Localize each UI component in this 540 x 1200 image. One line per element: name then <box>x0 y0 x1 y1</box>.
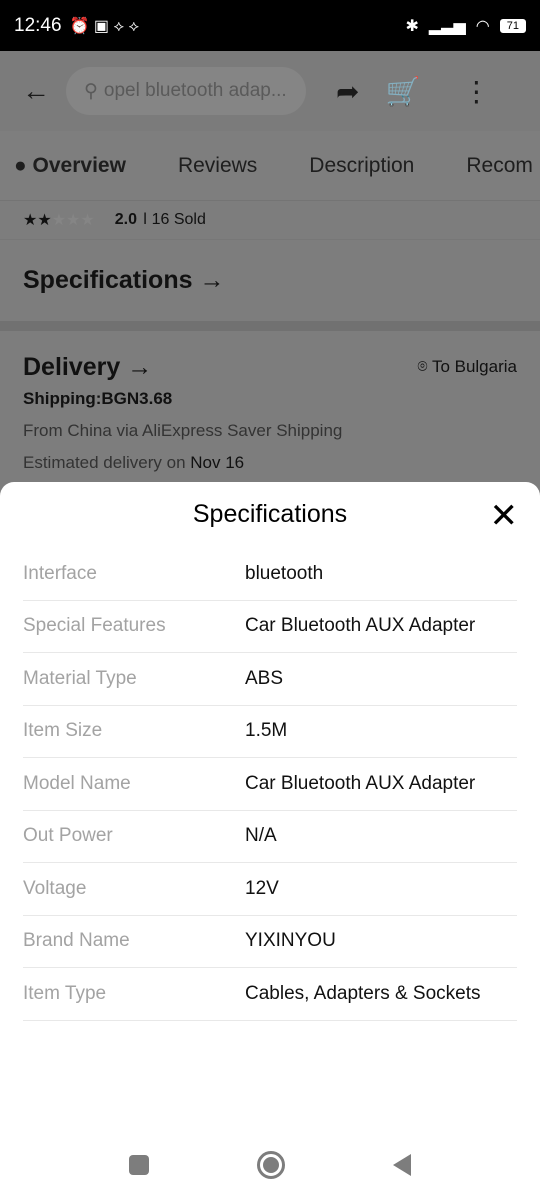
divider <box>0 321 540 331</box>
close-icon[interactable]: ✕ <box>490 496 519 536</box>
spec-label: Item Size <box>23 720 103 742</box>
spec-value: Car Bluetooth AUX Adapter <box>245 772 476 794</box>
location-pin-icon: ⌾ <box>417 357 432 376</box>
clock: 12:46 <box>14 14 62 36</box>
spec-row: Special Features Car Bluetooth AUX Adapte… <box>23 601 517 653</box>
spec-row: Interface bluetooth <box>23 548 517 601</box>
star-rating: ★★★★★ <box>23 212 95 229</box>
bluetooth-icon: ✱ <box>405 17 419 35</box>
shipping-route: From China via AliExpress Saver Shipping <box>23 421 343 440</box>
spec-label: Out Power <box>23 825 113 847</box>
spec-row: Material Type ABS <box>23 653 517 706</box>
tab-description[interactable]: Description <box>309 154 414 178</box>
wifi-icon: ◠ <box>475 17 490 35</box>
share-icon[interactable]: ➦ <box>336 75 359 108</box>
signal-icon: ▂▃▅ <box>428 17 466 35</box>
shipping-cost: Shipping:BGN3.68 <box>23 389 173 408</box>
spec-label: Voltage <box>23 877 87 899</box>
spec-value: Car Bluetooth AUX Adapter <box>245 615 476 637</box>
spec-value: YIXINYOU <box>245 930 336 952</box>
spec-label: Interface <box>23 562 97 584</box>
delivery-estimate: Estimated delivery on Nov 16 <box>23 453 245 472</box>
back-arrow-icon[interactable]: ← <box>22 75 50 107</box>
battery-icon: 71 <box>499 18 526 33</box>
top-bar: ← ⚲ opel bluetooth adap... ➦ 🛒 ⋮ <box>0 51 540 131</box>
spec-row: Item Type Cables, Adapters & Sockets <box>23 968 517 1021</box>
spec-label: Material Type <box>23 667 137 689</box>
status-bar: 12:46 ⏰ ▣ ⟡ ⟡ ✱ ▂▃▅ ◠ 71 <box>0 0 540 51</box>
spec-label: Special Features <box>23 615 166 637</box>
spec-value: bluetooth <box>245 562 324 584</box>
spec-row: Model Name Car Bluetooth AUX Adapter <box>23 758 517 811</box>
more-icon[interactable]: ⋮ <box>462 75 490 108</box>
system-nav-bar <box>0 1130 540 1200</box>
delivery-section: Delivery → ⌾ To Bulgaria Shipping:BGN3.6… <box>0 331 540 499</box>
cart-icon[interactable]: 🛒 <box>385 75 420 108</box>
destination[interactable]: ⌾ To Bulgaria <box>417 351 517 383</box>
rating-row: ★★★★★ 2.0 ǀ 16 Sold <box>23 211 206 229</box>
tab-recommendations[interactable]: Recom <box>466 154 533 178</box>
spec-row: Item Size 1.5M <box>23 706 517 758</box>
spec-value: 1.5M <box>245 720 288 742</box>
spec-value: Cables, Adapters & Sockets <box>245 982 481 1004</box>
back-button[interactable] <box>393 1154 411 1176</box>
recents-button[interactable] <box>129 1155 149 1175</box>
home-button[interactable] <box>257 1151 285 1179</box>
sheet-title: Specifications <box>192 500 348 528</box>
spec-value: N/A <box>245 825 277 847</box>
spec-label: Item Type <box>23 982 107 1004</box>
tab-reviews[interactable]: Reviews <box>178 154 257 178</box>
search-input[interactable]: ⚲ opel bluetooth adap... <box>66 67 306 115</box>
spec-row: Voltage 12V <box>23 863 517 916</box>
tab-overview[interactable]: ● Overview <box>14 154 126 178</box>
spec-label: Model Name <box>23 772 131 794</box>
specifications-sheet: Specifications ✕ Interface bluetooth Speci… <box>0 482 540 1200</box>
spec-row: Brand Name YIXINYOU <box>23 916 517 968</box>
specifications-link[interactable]: Specifications → <box>23 240 517 321</box>
delivery-link[interactable]: Delivery → <box>23 351 152 383</box>
section-tabs: ● Overview Reviews Description Recom <box>0 131 540 201</box>
search-icon: ⚲ <box>84 80 98 102</box>
spec-label: Brand Name <box>23 930 130 952</box>
spec-value: ABS <box>245 667 284 689</box>
spec-row: Out Power N/A <box>23 811 517 863</box>
notification-icons: ⏰ ▣ ⟡ ⟡ <box>69 17 140 35</box>
spec-value: 12V <box>245 877 279 899</box>
